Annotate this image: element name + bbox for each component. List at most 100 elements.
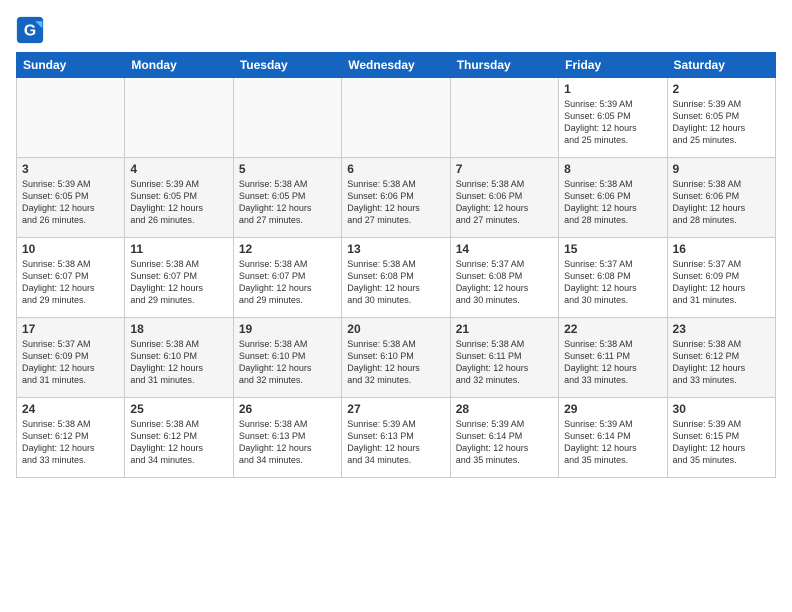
calendar-table: SundayMondayTuesdayWednesdayThursdayFrid…	[16, 52, 776, 478]
day-number: 29	[564, 402, 661, 416]
calendar-cell: 14 Sunrise: 5:37 AM Sunset: 6:08 PM Dayli…	[450, 238, 558, 318]
calendar-cell: 22 Sunrise: 5:38 AM Sunset: 6:11 PM Dayli…	[559, 318, 667, 398]
day-info: Sunrise: 5:38 AM Sunset: 6:07 PM Dayligh…	[22, 258, 119, 307]
calendar-cell: 17 Sunrise: 5:37 AM Sunset: 6:09 PM Dayli…	[17, 318, 125, 398]
day-number: 4	[130, 162, 227, 176]
day-info: Sunrise: 5:38 AM Sunset: 6:10 PM Dayligh…	[239, 338, 336, 387]
calendar-cell	[450, 78, 558, 158]
day-info: Sunrise: 5:39 AM Sunset: 6:05 PM Dayligh…	[564, 98, 661, 147]
day-number: 30	[673, 402, 770, 416]
calendar-cell: 13 Sunrise: 5:38 AM Sunset: 6:08 PM Dayli…	[342, 238, 450, 318]
day-info: Sunrise: 5:38 AM Sunset: 6:06 PM Dayligh…	[564, 178, 661, 227]
day-number: 2	[673, 82, 770, 96]
day-info: Sunrise: 5:38 AM Sunset: 6:07 PM Dayligh…	[130, 258, 227, 307]
calendar-cell: 18 Sunrise: 5:38 AM Sunset: 6:10 PM Dayli…	[125, 318, 233, 398]
weekday-header-saturday: Saturday	[667, 53, 775, 78]
day-info: Sunrise: 5:37 AM Sunset: 6:08 PM Dayligh…	[564, 258, 661, 307]
day-number: 24	[22, 402, 119, 416]
day-number: 14	[456, 242, 553, 256]
day-number: 16	[673, 242, 770, 256]
day-info: Sunrise: 5:37 AM Sunset: 6:08 PM Dayligh…	[456, 258, 553, 307]
day-info: Sunrise: 5:38 AM Sunset: 6:10 PM Dayligh…	[347, 338, 444, 387]
weekday-header-monday: Monday	[125, 53, 233, 78]
day-number: 9	[673, 162, 770, 176]
day-number: 12	[239, 242, 336, 256]
calendar-cell: 15 Sunrise: 5:37 AM Sunset: 6:08 PM Dayli…	[559, 238, 667, 318]
weekday-header-wednesday: Wednesday	[342, 53, 450, 78]
weekday-header-tuesday: Tuesday	[233, 53, 341, 78]
day-number: 10	[22, 242, 119, 256]
calendar-cell: 30 Sunrise: 5:39 AM Sunset: 6:15 PM Dayli…	[667, 398, 775, 478]
day-number: 20	[347, 322, 444, 336]
svg-text:G: G	[24, 22, 36, 39]
day-info: Sunrise: 5:37 AM Sunset: 6:09 PM Dayligh…	[22, 338, 119, 387]
day-number: 19	[239, 322, 336, 336]
day-info: Sunrise: 5:38 AM Sunset: 6:11 PM Dayligh…	[564, 338, 661, 387]
day-number: 1	[564, 82, 661, 96]
calendar-cell: 19 Sunrise: 5:38 AM Sunset: 6:10 PM Dayli…	[233, 318, 341, 398]
day-info: Sunrise: 5:38 AM Sunset: 6:06 PM Dayligh…	[456, 178, 553, 227]
calendar-cell: 26 Sunrise: 5:38 AM Sunset: 6:13 PM Dayli…	[233, 398, 341, 478]
day-info: Sunrise: 5:39 AM Sunset: 6:15 PM Dayligh…	[673, 418, 770, 467]
calendar-cell: 20 Sunrise: 5:38 AM Sunset: 6:10 PM Dayli…	[342, 318, 450, 398]
day-info: Sunrise: 5:39 AM Sunset: 6:05 PM Dayligh…	[22, 178, 119, 227]
day-info: Sunrise: 5:38 AM Sunset: 6:13 PM Dayligh…	[239, 418, 336, 467]
calendar-cell: 10 Sunrise: 5:38 AM Sunset: 6:07 PM Dayli…	[17, 238, 125, 318]
day-number: 27	[347, 402, 444, 416]
day-number: 28	[456, 402, 553, 416]
day-info: Sunrise: 5:39 AM Sunset: 6:05 PM Dayligh…	[673, 98, 770, 147]
calendar-cell: 11 Sunrise: 5:38 AM Sunset: 6:07 PM Dayli…	[125, 238, 233, 318]
weekday-header-thursday: Thursday	[450, 53, 558, 78]
day-number: 6	[347, 162, 444, 176]
calendar-cell: 7Sunrise: 5:38 AM Sunset: 6:06 PM Daylig…	[450, 158, 558, 238]
day-info: Sunrise: 5:38 AM Sunset: 6:05 PM Dayligh…	[239, 178, 336, 227]
calendar-cell: 27 Sunrise: 5:39 AM Sunset: 6:13 PM Dayli…	[342, 398, 450, 478]
day-number: 23	[673, 322, 770, 336]
weekday-header-sunday: Sunday	[17, 53, 125, 78]
day-number: 13	[347, 242, 444, 256]
day-info: Sunrise: 5:38 AM Sunset: 6:11 PM Dayligh…	[456, 338, 553, 387]
logo: G	[16, 16, 48, 44]
calendar-cell: 12 Sunrise: 5:38 AM Sunset: 6:07 PM Dayli…	[233, 238, 341, 318]
day-number: 15	[564, 242, 661, 256]
day-number: 21	[456, 322, 553, 336]
day-info: Sunrise: 5:38 AM Sunset: 6:12 PM Dayligh…	[673, 338, 770, 387]
weekday-header-row: SundayMondayTuesdayWednesdayThursdayFrid…	[17, 53, 776, 78]
calendar-week-row: 17 Sunrise: 5:37 AM Sunset: 6:09 PM Dayli…	[17, 318, 776, 398]
day-number: 8	[564, 162, 661, 176]
calendar-week-row: 1 Sunrise: 5:39 AM Sunset: 6:05 PM Daylig…	[17, 78, 776, 158]
day-number: 22	[564, 322, 661, 336]
day-info: Sunrise: 5:38 AM Sunset: 6:12 PM Dayligh…	[130, 418, 227, 467]
day-number: 3	[22, 162, 119, 176]
calendar-cell	[17, 78, 125, 158]
calendar-week-row: 24 Sunrise: 5:38 AM Sunset: 6:12 PM Dayli…	[17, 398, 776, 478]
calendar-cell: 8 Sunrise: 5:38 AM Sunset: 6:06 PM Daylig…	[559, 158, 667, 238]
calendar-cell: 2 Sunrise: 5:39 AM Sunset: 6:05 PM Daylig…	[667, 78, 775, 158]
calendar-cell	[342, 78, 450, 158]
day-info: Sunrise: 5:38 AM Sunset: 6:08 PM Dayligh…	[347, 258, 444, 307]
calendar-cell: 28 Sunrise: 5:39 AM Sunset: 6:14 PM Dayli…	[450, 398, 558, 478]
day-info: Sunrise: 5:39 AM Sunset: 6:14 PM Dayligh…	[456, 418, 553, 467]
calendar-cell: 9Sunrise: 5:38 AM Sunset: 6:06 PM Daylig…	[667, 158, 775, 238]
calendar-cell	[125, 78, 233, 158]
calendar-week-row: 3 Sunrise: 5:39 AM Sunset: 6:05 PM Daylig…	[17, 158, 776, 238]
weekday-header-friday: Friday	[559, 53, 667, 78]
calendar-cell: 29Sunrise: 5:39 AM Sunset: 6:14 PM Dayli…	[559, 398, 667, 478]
calendar-cell: 25Sunrise: 5:38 AM Sunset: 6:12 PM Dayli…	[125, 398, 233, 478]
day-info: Sunrise: 5:38 AM Sunset: 6:07 PM Dayligh…	[239, 258, 336, 307]
logo-icon: G	[16, 16, 44, 44]
day-number: 26	[239, 402, 336, 416]
calendar-cell: 16Sunrise: 5:37 AM Sunset: 6:09 PM Dayli…	[667, 238, 775, 318]
day-info: Sunrise: 5:39 AM Sunset: 6:05 PM Dayligh…	[130, 178, 227, 227]
calendar-cell: 5Sunrise: 5:38 AM Sunset: 6:05 PM Daylig…	[233, 158, 341, 238]
day-number: 11	[130, 242, 227, 256]
calendar-cell: 6Sunrise: 5:38 AM Sunset: 6:06 PM Daylig…	[342, 158, 450, 238]
calendar-cell: 4 Sunrise: 5:39 AM Sunset: 6:05 PM Daylig…	[125, 158, 233, 238]
calendar-week-row: 10 Sunrise: 5:38 AM Sunset: 6:07 PM Dayli…	[17, 238, 776, 318]
calendar-cell: 1 Sunrise: 5:39 AM Sunset: 6:05 PM Daylig…	[559, 78, 667, 158]
day-number: 17	[22, 322, 119, 336]
day-info: Sunrise: 5:39 AM Sunset: 6:13 PM Dayligh…	[347, 418, 444, 467]
day-number: 18	[130, 322, 227, 336]
page-header: G	[16, 16, 776, 44]
day-info: Sunrise: 5:38 AM Sunset: 6:10 PM Dayligh…	[130, 338, 227, 387]
